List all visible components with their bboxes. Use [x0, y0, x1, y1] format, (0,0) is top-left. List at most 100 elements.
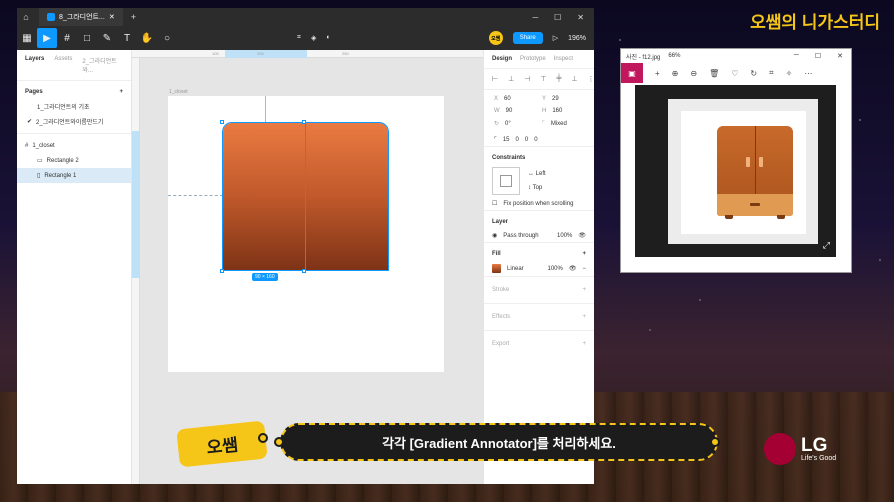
corner-field[interactable]: ⌜ Mixed	[542, 120, 584, 127]
add-stroke-icon[interactable]: +	[582, 287, 586, 293]
corner-values[interactable]: ⌜ 15 0 0 0	[484, 133, 594, 146]
fill-type[interactable]: Linear	[507, 266, 524, 272]
minimize-icon[interactable]: ─	[532, 13, 538, 22]
minimize-icon[interactable]: ─	[794, 52, 799, 60]
frame-label[interactable]: 1_closet	[169, 89, 188, 95]
layer-item[interactable]: ▭ Rectangle 2	[17, 153, 131, 168]
add-icon[interactable]: +	[655, 69, 660, 78]
layer-opacity[interactable]: 100%	[557, 233, 572, 239]
page-item[interactable]: 1_그라디언트의 기초	[17, 99, 131, 114]
main-menu-icon[interactable]: ▦	[17, 28, 37, 48]
text-tool-icon[interactable]: T	[117, 28, 137, 48]
layer-item-selected[interactable]: ▯ Rectangle 1	[17, 168, 131, 183]
fix-position-row[interactable]: ☐ Fix position when scrolling	[484, 197, 594, 210]
align-left-icon[interactable]: ⊢	[492, 75, 498, 83]
gradient-swatch[interactable]	[492, 264, 501, 273]
crop-icon[interactable]: ⌗	[297, 34, 301, 42]
resize-handle[interactable]	[302, 120, 306, 124]
lg-text: LG	[801, 435, 828, 456]
contrast-icon[interactable]: ◐	[326, 34, 330, 42]
home-icon[interactable]: ⌂	[17, 12, 35, 22]
ruler-mark: 100	[212, 51, 219, 56]
rotate-icon[interactable]: ↻	[750, 69, 757, 78]
y-value: 29	[552, 96, 559, 102]
align-bottom-icon[interactable]: ⊥	[571, 75, 577, 83]
viewer-image-canvas	[681, 111, 806, 234]
frame-tool-icon[interactable]: #	[57, 28, 77, 48]
hand-tool-icon[interactable]: ✋	[137, 28, 157, 48]
resize-handle[interactable]	[220, 120, 224, 124]
new-tab-icon[interactable]: +	[131, 12, 136, 22]
closet-rectangles[interactable]	[220, 120, 389, 273]
h-field[interactable]: H 160	[542, 108, 584, 114]
shape-tool-icon[interactable]: □	[77, 28, 97, 48]
page-item-current[interactable]: ✔ 2_그라디언트와이름만드기	[17, 114, 131, 129]
share-button[interactable]: Share	[512, 32, 543, 44]
w-field[interactable]: W 90	[494, 108, 536, 114]
toolbar-center-group: ⌗ ◈ ◐	[297, 34, 331, 42]
add-page-icon[interactable]: +	[119, 89, 123, 95]
blend-mode-select[interactable]: Pass through	[503, 233, 538, 239]
rotation-field[interactable]: ↻ 0°	[494, 120, 536, 127]
fix-position-checkbox[interactable]: ☐	[492, 200, 497, 207]
layer-frame[interactable]: #1_closet	[17, 138, 131, 153]
connector-dot	[710, 437, 720, 447]
fill-opacity[interactable]: 100%	[548, 266, 563, 272]
comment-tool-icon[interactable]: ○	[157, 28, 177, 48]
close-tab-icon[interactable]: ✕	[109, 13, 115, 21]
move-tool-icon[interactable]: ▶	[37, 28, 57, 48]
h-label: H	[542, 108, 547, 114]
constraint-vertical-select[interactable]: ↕ Top	[528, 181, 546, 195]
align-top-icon[interactable]: ⊤	[540, 75, 546, 83]
eye-icon[interactable]: 👁	[578, 232, 586, 239]
canvas[interactable]: 100 200 250 1_closet 90 × 160	[132, 50, 483, 484]
distribute-icon[interactable]: ⋮	[588, 75, 594, 83]
corner-tl: 15	[502, 136, 510, 143]
x-field[interactable]: X 60	[494, 96, 536, 102]
add-effect-icon[interactable]: +	[582, 314, 586, 320]
crop-icon[interactable]: ⌗	[769, 68, 774, 78]
fix-position-label: Fix position when scrolling	[503, 200, 574, 207]
tab-prototype[interactable]: Prototype	[520, 56, 546, 62]
constraints-widget[interactable]	[492, 167, 520, 195]
check-icon: ✔	[27, 119, 33, 125]
tab-layers[interactable]: Layers	[25, 56, 44, 74]
eye-icon[interactable]: 👁	[569, 265, 577, 272]
align-middle-icon[interactable]: ╪	[556, 75, 561, 83]
gallery-icon[interactable]: ▣	[621, 63, 643, 83]
avatar[interactable]: 오쌤	[488, 31, 503, 45]
align-right-icon[interactable]: ⊣	[524, 75, 530, 83]
add-fill-icon[interactable]: +	[582, 251, 586, 257]
close-icon[interactable]: ✕	[837, 52, 843, 60]
zoom-level[interactable]: 196%	[568, 35, 586, 42]
tab-design[interactable]: Design	[492, 56, 512, 62]
more-icon[interactable]: ⋯	[804, 69, 812, 78]
add-export-icon[interactable]: +	[582, 341, 586, 347]
zoom-in-icon[interactable]: ⊕	[672, 69, 679, 78]
file-tab[interactable]: 8_그라디언트... ✕	[39, 8, 123, 26]
edit-icon[interactable]: ✧	[786, 69, 793, 78]
expand-icon[interactable]: ⤢	[823, 240, 830, 251]
resize-handle[interactable]	[220, 269, 224, 273]
tab-assets[interactable]: Assets	[54, 56, 72, 74]
zoom-out-icon[interactable]: ⊖	[690, 69, 697, 78]
favorite-icon[interactable]: ♡	[731, 69, 738, 78]
y-field[interactable]: Y 29	[542, 96, 584, 102]
tab-inspect[interactable]: Inspect	[554, 56, 573, 62]
close-icon[interactable]: ✕	[577, 13, 584, 22]
component-icon[interactable]: ◈	[311, 34, 316, 42]
resize-handle[interactable]	[302, 269, 306, 273]
maximize-icon[interactable]: ☐	[815, 52, 821, 60]
layer-section-label: Layer	[492, 219, 509, 225]
pen-tool-icon[interactable]: ✎	[97, 28, 117, 48]
remove-fill-icon[interactable]: −	[582, 266, 586, 272]
maximize-icon[interactable]: ☐	[554, 13, 561, 22]
align-center-icon[interactable]: ⊥	[508, 75, 514, 83]
constraint-horizontal-select[interactable]: ↔ Left	[528, 167, 546, 181]
corner-br: 0	[524, 136, 529, 143]
delete-icon[interactable]: 🗑	[709, 69, 719, 78]
divider	[17, 133, 131, 134]
closet-drawer	[717, 194, 793, 216]
tab-current-page[interactable]: 2_그라디언트와...	[82, 56, 123, 74]
play-icon[interactable]: ▷	[553, 34, 558, 42]
